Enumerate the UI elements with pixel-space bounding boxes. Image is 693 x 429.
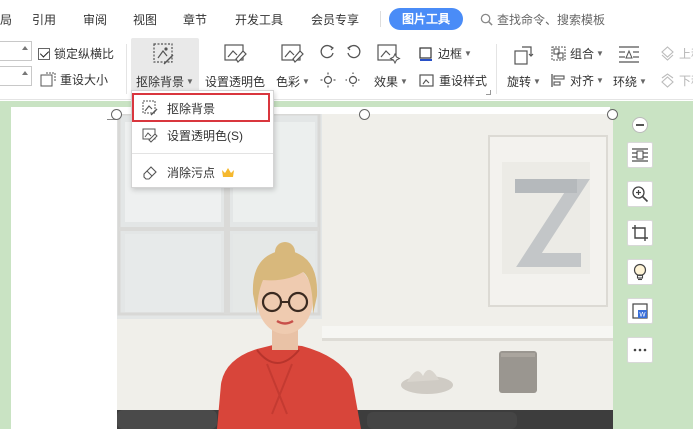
align-label: 对齐 bbox=[570, 74, 595, 88]
tab-picture-tools[interactable]: 图片工具 bbox=[389, 8, 464, 30]
align-icon bbox=[551, 74, 565, 87]
checkbox-checked bbox=[38, 47, 50, 60]
resize-handle-top-left[interactable] bbox=[111, 109, 122, 120]
more-tools-button[interactable] bbox=[627, 337, 653, 363]
set-transparent-button[interactable]: 设置透明色 bbox=[205, 73, 265, 90]
reset-style-label: 重设样式 bbox=[439, 74, 488, 88]
width-spinner[interactable] bbox=[0, 66, 32, 86]
reset-style-button[interactable]: 重设样式 bbox=[419, 72, 487, 89]
group-button[interactable]: 组合 ▼ bbox=[551, 45, 604, 62]
ribbon-separator bbox=[496, 44, 497, 94]
transparent-color-icon bbox=[142, 128, 158, 143]
collapse-toolbar-icon[interactable] bbox=[632, 117, 648, 133]
lightbulb-icon bbox=[633, 263, 647, 281]
remove-background-label: 抠除背景 bbox=[136, 75, 185, 89]
layout-options-button[interactable] bbox=[627, 142, 653, 168]
send-backward-icon bbox=[661, 73, 674, 88]
picture-to-word-icon: W bbox=[632, 303, 648, 319]
highlight-annotation bbox=[132, 93, 270, 122]
bring-forward-button[interactable]: 上移 bbox=[660, 45, 693, 62]
menu-bar: 局 引用 审阅 视图 章节 开发工具 会员专享 图片工具 查找命令、搜索模板 bbox=[0, 0, 693, 38]
tab-review[interactable]: 审阅 bbox=[83, 11, 107, 28]
effect-label: 效果 bbox=[374, 75, 399, 89]
border-icon bbox=[419, 46, 432, 61]
wrap-label: 环绕 bbox=[613, 75, 638, 89]
tab-layout[interactable]: 局 bbox=[0, 11, 12, 28]
remove-background-button[interactable]: 抠除背景 ▼ bbox=[136, 73, 194, 90]
tab-references[interactable]: 引用 bbox=[32, 11, 56, 28]
menu-separator bbox=[380, 11, 381, 27]
chevron-down-icon: ▼ bbox=[464, 49, 472, 58]
crop-button[interactable] bbox=[627, 220, 653, 246]
menu-item-remove-spots[interactable]: 消除污点 bbox=[132, 159, 273, 185]
increase-brightness-icon[interactable] bbox=[320, 72, 336, 88]
chevron-down-icon: ▼ bbox=[596, 49, 604, 58]
decrease-contrast-icon[interactable] bbox=[345, 44, 361, 60]
smart-tips-button[interactable] bbox=[627, 259, 653, 285]
picture-to-text-button[interactable]: W bbox=[627, 298, 653, 324]
bring-forward-icon bbox=[661, 46, 674, 61]
more-icon bbox=[633, 348, 647, 352]
reset-size-icon bbox=[40, 72, 56, 87]
color-button[interactable]: 色彩 ▼ bbox=[276, 73, 310, 90]
tab-view[interactable]: 视图 bbox=[133, 11, 157, 28]
bring-forward-label: 上移 bbox=[679, 47, 693, 61]
align-button[interactable]: 对齐 ▼ bbox=[551, 72, 604, 89]
group-label: 组合 bbox=[570, 47, 595, 61]
send-backward-button[interactable]: 下移 bbox=[660, 72, 693, 89]
chevron-down-icon: ▼ bbox=[186, 77, 194, 86]
eraser-icon bbox=[143, 166, 157, 180]
crop-icon bbox=[632, 225, 648, 241]
color-label: 色彩 bbox=[276, 75, 301, 89]
lock-ratio-checkbox[interactable]: 锁定纵横比 bbox=[38, 45, 114, 62]
chevron-down-icon: ▼ bbox=[533, 77, 541, 86]
send-backward-label: 下移 bbox=[679, 74, 693, 88]
rotate-label: 旋转 bbox=[507, 75, 532, 89]
text-wrap-icon bbox=[632, 148, 648, 162]
svg-text:W: W bbox=[639, 311, 646, 319]
rotate-button[interactable]: 旋转 ▼ bbox=[507, 73, 541, 90]
chevron-down-icon: ▼ bbox=[400, 77, 408, 86]
tab-section[interactable]: 章节 bbox=[183, 11, 207, 28]
rotate-icon bbox=[512, 43, 536, 67]
resize-handle-top-right[interactable] bbox=[607, 109, 618, 120]
menu-item-label: 消除污点 bbox=[167, 165, 216, 180]
increase-contrast-icon[interactable] bbox=[320, 44, 336, 60]
reset-size-label: 重设大小 bbox=[60, 73, 109, 87]
reset-style-icon bbox=[419, 74, 434, 87]
ribbon-separator bbox=[126, 44, 127, 94]
menu-item-label: 设置透明色(S) bbox=[167, 128, 243, 143]
effect-icon bbox=[376, 42, 402, 66]
zoom-picture-button[interactable] bbox=[627, 181, 653, 207]
set-transparent-label: 设置透明色 bbox=[205, 75, 266, 89]
search-icon bbox=[480, 13, 493, 26]
group-icon bbox=[551, 46, 566, 61]
border-label: 边框 bbox=[438, 47, 463, 61]
chevron-down-icon: ▼ bbox=[302, 77, 310, 86]
color-icon bbox=[280, 42, 306, 66]
menu-separator bbox=[132, 153, 273, 154]
decrease-brightness-icon[interactable] bbox=[345, 72, 361, 88]
search-placeholder: 查找命令、搜索模板 bbox=[497, 13, 606, 27]
wrap-button[interactable]: 环绕 ▼ bbox=[613, 73, 647, 90]
chevron-down-icon: ▼ bbox=[639, 77, 647, 86]
tab-member[interactable]: 会员专享 bbox=[311, 11, 359, 28]
tab-developer[interactable]: 开发工具 bbox=[235, 11, 283, 28]
transparent-color-icon bbox=[223, 42, 249, 66]
ribbon: 锁定纵横比 重设大小 抠除背景 ▼ 设置透明色 色彩 ▼ 效果 ▼ 边框 ▼ 重… bbox=[0, 38, 693, 100]
remove-background-icon bbox=[151, 42, 177, 66]
resize-handle-top-center[interactable] bbox=[359, 109, 370, 120]
group-expand-icon[interactable] bbox=[486, 90, 491, 95]
wrap-icon bbox=[618, 44, 640, 64]
effect-button[interactable]: 效果 ▼ bbox=[374, 73, 408, 90]
chevron-down-icon: ▼ bbox=[596, 76, 604, 85]
reset-size-button[interactable]: 重设大小 bbox=[40, 71, 108, 88]
height-spinner[interactable] bbox=[0, 41, 32, 61]
lock-ratio-label: 锁定纵横比 bbox=[54, 47, 115, 61]
zoom-in-icon bbox=[632, 186, 649, 203]
border-button[interactable]: 边框 ▼ bbox=[419, 45, 472, 62]
crown-icon bbox=[222, 167, 235, 177]
menu-item-set-transparent-color[interactable]: 设置透明色(S) bbox=[132, 122, 273, 148]
command-search[interactable]: 查找命令、搜索模板 bbox=[480, 11, 605, 28]
